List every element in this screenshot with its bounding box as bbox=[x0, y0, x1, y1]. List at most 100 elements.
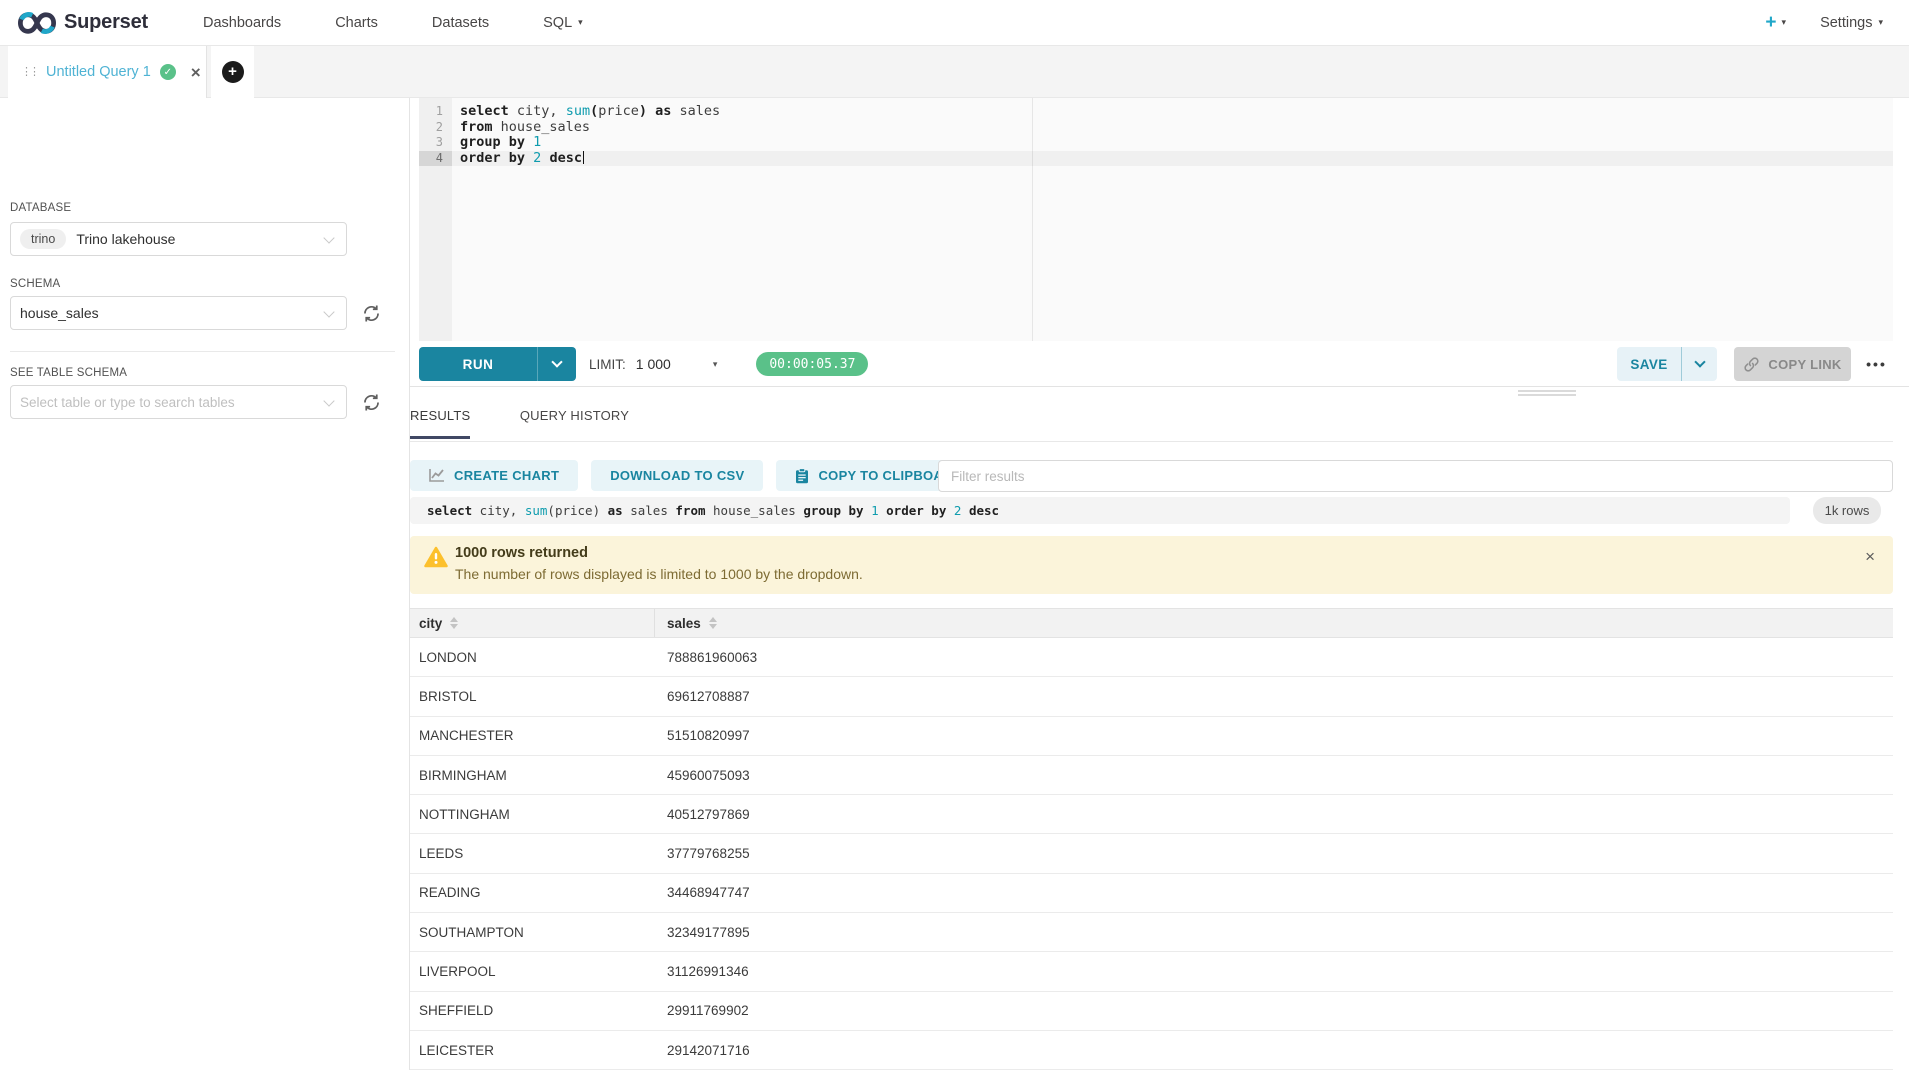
superset-infinity-icon bbox=[18, 10, 56, 36]
navbar: Superset DashboardsChartsDatasetsSQL▾ + … bbox=[0, 0, 1909, 46]
results-header-row: citysales bbox=[410, 608, 1893, 638]
save-button[interactable]: SAVE bbox=[1617, 347, 1717, 381]
copy-link-button[interactable]: COPY LINK bbox=[1734, 347, 1851, 381]
limit-value: 1 000 bbox=[636, 356, 671, 372]
editor-toolbar: RUN LIMIT: 1 000 ▾ 00:00:05.37 SAVE COPY… bbox=[419, 347, 1893, 381]
limit-label: LIMIT: bbox=[589, 357, 626, 372]
table-cell: BIRMINGHAM bbox=[410, 756, 655, 794]
table-cell: SHEFFIELD bbox=[410, 992, 655, 1030]
table-row: LONDON788861960063 bbox=[410, 638, 1893, 677]
query-tab-bar: ⋮⋮ Untitled Query 1 ✓ × + bbox=[0, 46, 1909, 98]
table-cell: 788861960063 bbox=[655, 638, 1893, 676]
tab-results[interactable]: RESULTS bbox=[410, 408, 470, 439]
tab-title: Untitled Query 1 bbox=[46, 64, 151, 80]
settings-menu[interactable]: Settings ▾ bbox=[1820, 15, 1883, 31]
nav-item-charts[interactable]: Charts bbox=[308, 0, 405, 45]
database-select[interactable]: trino Trino lakehouse bbox=[10, 222, 347, 256]
line-chart-icon bbox=[429, 468, 445, 483]
chevron-down-icon: ▾ bbox=[1878, 17, 1883, 28]
chevron-down-icon: ▾ bbox=[1782, 17, 1787, 28]
drag-handle-icon[interactable]: ⋮⋮ bbox=[21, 67, 37, 78]
results-table-body: LONDON788861960063BRISTOL69612708887MANC… bbox=[410, 638, 1893, 1070]
create-chart-label: CREATE CHART bbox=[454, 468, 559, 483]
nav-menu: DashboardsChartsDatasetsSQL▾ bbox=[176, 0, 610, 45]
tab-untitled-query[interactable]: ⋮⋮ Untitled Query 1 ✓ × bbox=[8, 46, 207, 98]
schema-select[interactable]: house_sales bbox=[10, 296, 347, 330]
splitter-grip-icon bbox=[1518, 394, 1576, 396]
query-preview-text: select city, sum(price) as sales from ho… bbox=[427, 503, 999, 518]
table-row: NOTTINGHAM40512797869 bbox=[410, 795, 1893, 834]
filter-results-input[interactable] bbox=[938, 460, 1893, 492]
chevron-down-icon bbox=[323, 395, 334, 406]
alert-description: The number of rows displayed is limited … bbox=[455, 566, 863, 582]
success-check-icon: ✓ bbox=[160, 64, 176, 80]
table-cell: 40512797869 bbox=[655, 795, 1893, 833]
table-cell: 69612708887 bbox=[655, 677, 1893, 715]
table-row: BRISTOL69612708887 bbox=[410, 677, 1893, 716]
pane-splitter[interactable] bbox=[410, 386, 1909, 387]
more-actions-button[interactable]: ••• bbox=[1860, 356, 1893, 372]
settings-label: Settings bbox=[1820, 15, 1872, 31]
add-tab-button[interactable]: + bbox=[222, 61, 244, 83]
refresh-tables-button[interactable] bbox=[358, 389, 384, 415]
close-tab-icon[interactable]: × bbox=[191, 64, 201, 81]
download-csv-button[interactable]: DOWNLOAD TO CSV bbox=[591, 460, 763, 491]
table-select[interactable]: Select table or type to search tables bbox=[10, 385, 347, 419]
sqllab-sidebar: DATABASE trino Trino lakehouse SCHEMA ho… bbox=[0, 98, 410, 1070]
sort-icon[interactable] bbox=[709, 617, 717, 629]
tab-query-history[interactable]: QUERY HISTORY bbox=[520, 408, 629, 436]
brand-name: Superset bbox=[64, 11, 148, 34]
table-cell: NOTTINGHAM bbox=[410, 795, 655, 833]
editor-gutter: 1234 bbox=[419, 98, 452, 341]
table-cell: 29142071716 bbox=[655, 1031, 1893, 1069]
results-actions-row: CREATE CHART DOWNLOAD TO CSV COPY TO CLI… bbox=[410, 460, 982, 491]
save-button-label[interactable]: SAVE bbox=[1617, 347, 1682, 381]
save-options-button[interactable] bbox=[1682, 347, 1717, 381]
table-cell: 29911769902 bbox=[655, 992, 1893, 1030]
table-cell: 51510820997 bbox=[655, 717, 1893, 755]
chevron-down-icon bbox=[323, 232, 334, 243]
table-cell: 32349177895 bbox=[655, 913, 1893, 951]
plus-icon: + bbox=[1765, 13, 1776, 32]
column-header-sales[interactable]: sales bbox=[655, 609, 1893, 637]
nav-item-sql[interactable]: SQL▾ bbox=[516, 0, 610, 45]
superset-logo[interactable]: Superset bbox=[18, 10, 148, 36]
sort-icon[interactable] bbox=[450, 617, 458, 629]
database-label: DATABASE bbox=[10, 202, 71, 214]
schema-value: house_sales bbox=[20, 305, 99, 321]
sql-editor[interactable]: 1234 select city, sum(price) as salesfro… bbox=[419, 98, 1893, 341]
results-table: citysales LONDON788861960063BRISTOL69612… bbox=[410, 608, 1893, 1070]
table-cell: LEEDS bbox=[410, 834, 655, 872]
column-header-city[interactable]: city bbox=[410, 609, 655, 637]
add-tab-section: + bbox=[211, 46, 254, 98]
table-row: MANCHESTER51510820997 bbox=[410, 717, 1893, 756]
refresh-schemas-button[interactable] bbox=[358, 300, 384, 326]
nav-item-datasets[interactable]: Datasets bbox=[405, 0, 516, 45]
splitter-grip-icon bbox=[1518, 390, 1576, 392]
see-table-schema-label: SEE TABLE SCHEMA bbox=[10, 367, 127, 379]
table-row: READING34468947747 bbox=[410, 874, 1893, 913]
run-button[interactable]: RUN bbox=[419, 347, 576, 381]
table-row: BIRMINGHAM45960075093 bbox=[410, 756, 1893, 795]
limit-dropdown[interactable]: LIMIT: 1 000 ▾ bbox=[589, 356, 717, 372]
run-options-button[interactable] bbox=[538, 347, 576, 381]
table-cell: BRISTOL bbox=[410, 677, 655, 715]
copy-link-label: COPY LINK bbox=[1768, 357, 1841, 372]
text-cursor bbox=[583, 151, 585, 164]
clipboard-icon bbox=[795, 468, 809, 484]
editor-code[interactable]: select city, sum(price) as salesfrom hou… bbox=[452, 98, 1893, 341]
query-timer-badge: 00:00:05.37 bbox=[756, 352, 868, 376]
table-cell: LONDON bbox=[410, 638, 655, 676]
warning-triangle-icon bbox=[424, 546, 448, 568]
close-alert-icon[interactable]: × bbox=[1865, 548, 1875, 565]
create-chart-button[interactable]: CREATE CHART bbox=[410, 460, 578, 491]
table-row: LEEDS37779768255 bbox=[410, 834, 1893, 873]
link-icon bbox=[1743, 356, 1760, 373]
nav-item-dashboards[interactable]: Dashboards bbox=[176, 0, 308, 45]
new-item-button[interactable]: + ▾ bbox=[1765, 13, 1786, 32]
table-cell: 45960075093 bbox=[655, 756, 1893, 794]
run-button-label[interactable]: RUN bbox=[419, 347, 538, 381]
sidebar-divider bbox=[10, 351, 395, 352]
refresh-icon bbox=[361, 392, 382, 413]
chevron-down-icon bbox=[551, 356, 562, 367]
